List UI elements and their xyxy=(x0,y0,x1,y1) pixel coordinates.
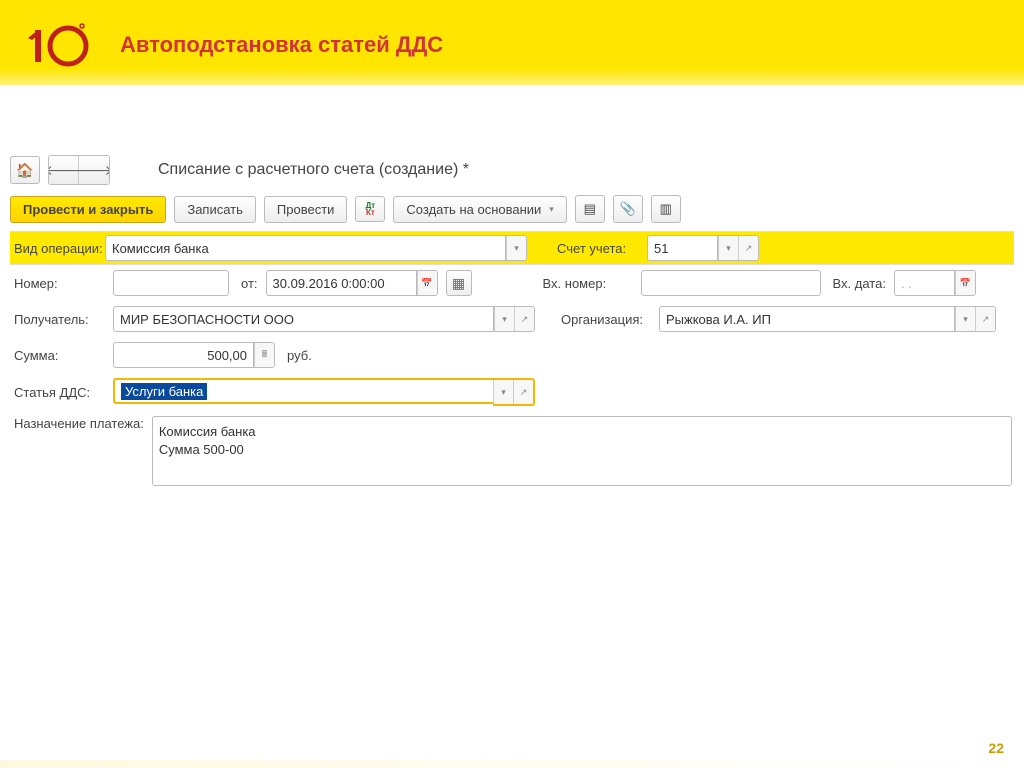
toolbar: Провести и закрыть Записать Провести ДтК… xyxy=(10,195,1014,223)
purpose-textarea[interactable]: Комиссия банка Сумма 500-00 xyxy=(152,416,1012,486)
dds-value-selected: Услуги банка xyxy=(121,383,207,400)
calculator-icon[interactable]: 🖩 xyxy=(254,343,274,367)
form-title: Списание с расчетного счета (создание) * xyxy=(158,161,469,179)
operation-type-label: Вид операции: xyxy=(10,241,105,256)
dtkt-button[interactable]: ДтКт xyxy=(355,196,385,222)
paperclip-icon: 📎 xyxy=(620,201,636,217)
account-label: Счет учета: xyxy=(557,241,647,256)
organization-label: Организация: xyxy=(561,312,651,327)
report-button[interactable]: ▤ xyxy=(575,195,605,223)
forward-button[interactable]: 🡒 xyxy=(79,156,109,184)
date-input[interactable]: 30.09.2016 0:00:00 xyxy=(266,270,416,296)
in-date-input[interactable]: . . xyxy=(894,270,954,296)
amount-suffix: руб. xyxy=(287,348,312,363)
logo-1c xyxy=(20,20,90,70)
dropdown-icon[interactable]: ▾ xyxy=(494,307,514,331)
home-button[interactable]: 🏠 xyxy=(10,156,40,184)
list-icon: ▥ xyxy=(660,201,672,217)
attach-button[interactable]: 📎 xyxy=(613,195,643,223)
footer-stripe xyxy=(0,760,1024,768)
dds-label: Статья ДДС: xyxy=(10,385,105,400)
page-number: 22 xyxy=(988,740,1004,756)
post-and-close-button[interactable]: Провести и закрыть xyxy=(10,196,166,223)
amount-input[interactable]: 500,00 xyxy=(113,342,253,368)
operation-type-row: Вид операции: Комиссия банка ▾ Счет учет… xyxy=(10,231,1014,265)
in-number-input[interactable] xyxy=(641,270,821,296)
account-input[interactable]: 51 xyxy=(647,235,717,261)
dropdown-icon[interactable]: ▾ xyxy=(506,236,526,260)
dropdown-icon[interactable]: ▾ xyxy=(493,380,513,404)
slide-title: Автоподстановка статей ДДС xyxy=(120,32,443,58)
calendar-icon[interactable]: 📅 xyxy=(417,271,437,295)
open-icon[interactable]: ↗ xyxy=(514,307,534,331)
layers-icon: ▦ xyxy=(452,275,465,292)
open-icon[interactable]: ↗ xyxy=(513,380,533,404)
purpose-label: Назначение платежа: xyxy=(10,416,144,433)
number-row: Номер: от: 30.09.2016 0:00:00 📅 ▦ Вх. но… xyxy=(10,265,1014,301)
dropdown-icon[interactable]: ▾ xyxy=(718,236,738,260)
recipient-row: Получатель: МИР БЕЗОПАСНОСТИ ООО ▾ ↗ Орг… xyxy=(10,301,1014,337)
in-number-label: Вх. номер: xyxy=(543,276,633,291)
calendar-icon[interactable]: 📅 xyxy=(955,271,975,295)
recipient-label: Получатель: xyxy=(10,312,105,327)
dropdown-icon[interactable]: ▾ xyxy=(955,307,975,331)
purpose-row: Назначение платежа: Комиссия банка Сумма… xyxy=(10,411,1014,491)
create-based-button[interactable]: Создать на основании xyxy=(393,196,566,223)
organization-input[interactable]: Рыжкова И.А. ИП xyxy=(659,306,954,332)
dds-row: Статья ДДС: Услуги банка ▾ ↗ xyxy=(10,373,1014,411)
save-button[interactable]: Записать xyxy=(174,196,256,223)
number-input[interactable] xyxy=(113,270,229,296)
post-button[interactable]: Провести xyxy=(264,196,348,223)
dtkt-icon: ДтКт xyxy=(366,202,376,216)
list-button[interactable]: ▥ xyxy=(651,195,681,223)
open-icon[interactable]: ↗ xyxy=(738,236,758,260)
number-label: Номер: xyxy=(10,276,105,291)
date-label: от: xyxy=(241,276,258,291)
open-icon[interactable]: ↗ xyxy=(975,307,995,331)
report-icon: ▤ xyxy=(584,201,596,217)
date-extra-button[interactable]: ▦ xyxy=(446,270,472,296)
nav-row: 🏠 🡐 🡒 Списание с расчетного счета (созда… xyxy=(10,155,1014,185)
recipient-input[interactable]: МИР БЕЗОПАСНОСТИ ООО xyxy=(113,306,493,332)
in-date-label: Вх. дата: xyxy=(833,276,886,291)
slide-header: Автоподстановка статей ДДС xyxy=(0,0,1024,85)
amount-row: Сумма: 500,00 🖩 руб. xyxy=(10,337,1014,373)
operation-type-input[interactable]: Комиссия банка xyxy=(105,235,505,261)
amount-label: Сумма: xyxy=(10,348,105,363)
dds-input[interactable]: Услуги банка xyxy=(113,378,493,404)
